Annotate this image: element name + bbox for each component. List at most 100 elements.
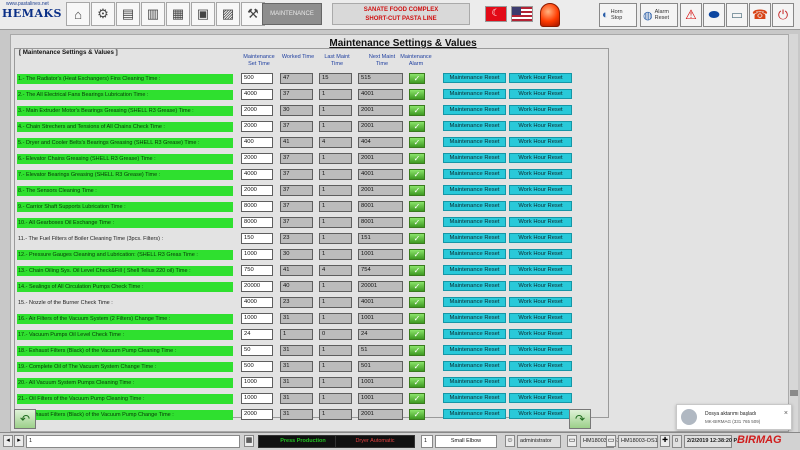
work-hour-reset-button[interactable]: Work Hour Reset <box>509 393 572 403</box>
work-hour-reset-button[interactable]: Work Hour Reset <box>509 361 572 371</box>
work-hour-reset-button[interactable]: Work Hour Reset <box>509 137 572 147</box>
set-time-input[interactable]: 500 <box>241 73 273 84</box>
maintenance-reset-button[interactable]: Maintenance Reset <box>443 217 506 227</box>
last-maint-value: 4 <box>319 137 352 148</box>
maintenance-reset-button[interactable]: Maintenance Reset <box>443 153 506 163</box>
work-hour-reset-button[interactable]: Work Hour Reset <box>509 73 572 83</box>
work-hour-reset-button[interactable]: Work Hour Reset <box>509 153 572 163</box>
maintenance-reset-button[interactable]: Maintenance Reset <box>443 137 506 147</box>
set-time-input[interactable]: 50 <box>241 345 273 356</box>
set-time-input[interactable]: 8000 <box>241 201 273 212</box>
bicycle-icon[interactable]: ⚙ <box>91 2 115 26</box>
close-icon[interactable]: × <box>784 410 788 417</box>
alarm-check-icon: ✓ <box>409 201 425 212</box>
work-hour-reset-button[interactable]: Work Hour Reset <box>509 409 572 419</box>
arrow-left-icon[interactable]: ◂ <box>3 435 13 447</box>
maintenance-reset-button[interactable]: Maintenance Reset <box>443 169 506 179</box>
maintenance-reset-button[interactable]: Maintenance Reset <box>443 377 506 387</box>
forward-arrow-icon[interactable]: ↷ <box>569 409 591 429</box>
alarm-reset-label-2: Reset <box>654 15 669 21</box>
product-count: 1 <box>421 435 433 448</box>
press-icon[interactable]: ▤ <box>116 2 140 26</box>
phone-icon[interactable]: ☎ <box>749 3 771 27</box>
arrow-right-icon[interactable]: ▸ <box>14 435 24 447</box>
maintenance-reset-button[interactable]: Maintenance Reset <box>443 281 506 291</box>
table-row: 2.- The All Electrical Fans Bearings Lub… <box>17 89 577 101</box>
set-time-input[interactable]: 2000 <box>241 105 273 116</box>
network-icon[interactable]: ⬬ <box>703 3 725 27</box>
work-hour-reset-button[interactable]: Work Hour Reset <box>509 345 572 355</box>
work-hour-reset-button[interactable]: Work Hour Reset <box>509 265 572 275</box>
vertical-scrollbar[interactable] <box>788 34 798 432</box>
us-flag-icon[interactable] <box>511 6 533 22</box>
set-time-input[interactable]: 4000 <box>241 297 273 308</box>
warning-icon[interactable]: ⚠ <box>680 3 702 27</box>
maintenance-reset-button[interactable]: Maintenance Reset <box>443 345 506 355</box>
maintenance-reset-button[interactable]: Maintenance Reset <box>443 409 506 419</box>
notification-toast[interactable]: Dosya aktarımı başladı MK-BIRMAG (331 76… <box>676 404 792 430</box>
graph-icon[interactable]: ▨ <box>216 2 240 26</box>
maintenance-reset-button[interactable]: Maintenance Reset <box>443 313 506 323</box>
alarm-reset-button[interactable]: ◍ Alarm Reset <box>640 3 678 27</box>
work-hour-reset-button[interactable]: Work Hour Reset <box>509 89 572 99</box>
maintenance-reset-button[interactable]: Maintenance Reset <box>443 89 506 99</box>
set-time-input[interactable]: 4000 <box>241 89 273 100</box>
maintenance-reset-button[interactable]: Maintenance Reset <box>443 185 506 195</box>
maintenance-reset-button[interactable]: Maintenance Reset <box>443 73 506 83</box>
work-hour-reset-button[interactable]: Work Hour Reset <box>509 201 572 211</box>
set-time-input[interactable]: 1000 <box>241 313 273 324</box>
maintenance-reset-button[interactable]: Maintenance Reset <box>443 329 506 339</box>
work-hour-reset-button[interactable]: Work Hour Reset <box>509 121 572 131</box>
maintenance-reset-button[interactable]: Maintenance Reset <box>443 297 506 307</box>
set-time-input[interactable]: 1000 <box>241 377 273 388</box>
work-hour-reset-button[interactable]: Work Hour Reset <box>509 233 572 243</box>
set-time-input[interactable]: 1000 <box>241 393 273 404</box>
worked-time-value: 47 <box>280 73 313 84</box>
set-time-input[interactable]: 4000 <box>241 169 273 180</box>
set-time-input[interactable]: 24 <box>241 329 273 340</box>
maintenance-reset-button[interactable]: Maintenance Reset <box>443 201 506 211</box>
home-icon[interactable]: ⌂ <box>66 2 90 26</box>
set-time-input[interactable]: 150 <box>241 233 273 244</box>
dryer-icon[interactable]: ▥ <box>141 2 165 26</box>
maintenance-button[interactable]: MAINTENANCE <box>262 3 322 25</box>
set-time-input[interactable]: 2000 <box>241 121 273 132</box>
power-icon[interactable]: ⏻ <box>772 3 794 27</box>
set-time-input[interactable]: 2000 <box>241 409 273 420</box>
printer-icon[interactable]: ▭ <box>726 3 748 27</box>
work-hour-reset-button[interactable]: Work Hour Reset <box>509 185 572 195</box>
work-hour-reset-button[interactable]: Work Hour Reset <box>509 297 572 307</box>
work-hour-reset-button[interactable]: Work Hour Reset <box>509 377 572 387</box>
set-time-input[interactable]: 400 <box>241 137 273 148</box>
set-time-input[interactable]: 8000 <box>241 217 273 228</box>
turkish-flag-icon[interactable]: ☾ <box>485 6 507 22</box>
work-hour-reset-button[interactable]: Work Hour Reset <box>509 105 572 115</box>
sensors-icon[interactable]: ▣ <box>191 2 215 26</box>
maintenance-reset-button[interactable]: Maintenance Reset <box>443 361 506 371</box>
work-hour-reset-button[interactable]: Work Hour Reset <box>509 169 572 179</box>
worked-time-value: 41 <box>280 137 313 148</box>
set-time-input[interactable]: 500 <box>241 361 273 372</box>
work-hour-reset-button[interactable]: Work Hour Reset <box>509 249 572 259</box>
maintenance-reset-button[interactable]: Maintenance Reset <box>443 105 506 115</box>
work-hour-reset-button[interactable]: Work Hour Reset <box>509 281 572 291</box>
maintenance-reset-button[interactable]: Maintenance Reset <box>443 121 506 131</box>
set-time-input[interactable]: 750 <box>241 265 273 276</box>
cooler-icon[interactable]: ▦ <box>166 2 190 26</box>
maintenance-reset-button[interactable]: Maintenance Reset <box>443 249 506 259</box>
set-time-input[interactable]: 2000 <box>241 185 273 196</box>
set-time-input[interactable]: 2000 <box>241 153 273 164</box>
maintenance-reset-button[interactable]: Maintenance Reset <box>443 393 506 403</box>
maintenance-reset-button[interactable]: Maintenance Reset <box>443 233 506 243</box>
calculator-icon[interactable]: ▦ <box>244 435 254 447</box>
last-maint-value: 15 <box>319 73 352 84</box>
work-hour-reset-button[interactable]: Work Hour Reset <box>509 217 572 227</box>
horn-stop-button[interactable]: ◐ Horn Stop <box>599 3 637 27</box>
back-arrow-icon[interactable]: ↶ <box>14 409 36 429</box>
work-hour-reset-button[interactable]: Work Hour Reset <box>509 313 572 323</box>
set-time-input[interactable]: 20000 <box>241 281 273 292</box>
scrollbar-thumb[interactable] <box>790 390 798 396</box>
work-hour-reset-button[interactable]: Work Hour Reset <box>509 329 572 339</box>
maintenance-reset-button[interactable]: Maintenance Reset <box>443 265 506 275</box>
set-time-input[interactable]: 1000 <box>241 249 273 260</box>
